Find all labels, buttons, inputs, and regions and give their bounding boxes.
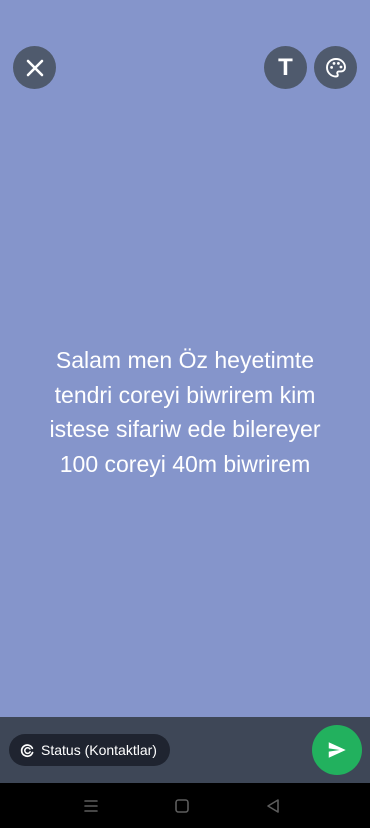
color-palette-button[interactable] — [314, 46, 357, 89]
text-tool-button[interactable]: T — [264, 46, 307, 89]
recent-apps-icon — [84, 800, 98, 812]
status-composer-screen: T Salam men Öz heyetimte tendri coreyi b… — [0, 0, 370, 828]
status-audience-selector[interactable]: Status (Kontaktlar) — [9, 734, 170, 766]
palette-icon — [325, 57, 346, 77]
back-icon — [267, 799, 279, 813]
home-icon — [175, 799, 189, 813]
send-button[interactable] — [312, 725, 362, 775]
status-ring-icon — [20, 743, 35, 758]
home-button[interactable] — [171, 795, 193, 817]
back-button[interactable] — [262, 795, 284, 817]
status-text[interactable]: Salam men Öz heyetimte tendri coreyi biw… — [18, 343, 352, 481]
text-tool-icon: T — [278, 53, 293, 81]
send-icon — [328, 742, 346, 758]
recent-apps-button[interactable] — [80, 795, 102, 817]
close-icon — [26, 59, 43, 76]
system-navigation-bar — [0, 783, 370, 828]
status-audience-label: Status (Kontaktlar) — [41, 742, 157, 758]
bottom-bar: Status (Kontaktlar) — [0, 717, 370, 783]
close-button[interactable] — [13, 46, 56, 89]
